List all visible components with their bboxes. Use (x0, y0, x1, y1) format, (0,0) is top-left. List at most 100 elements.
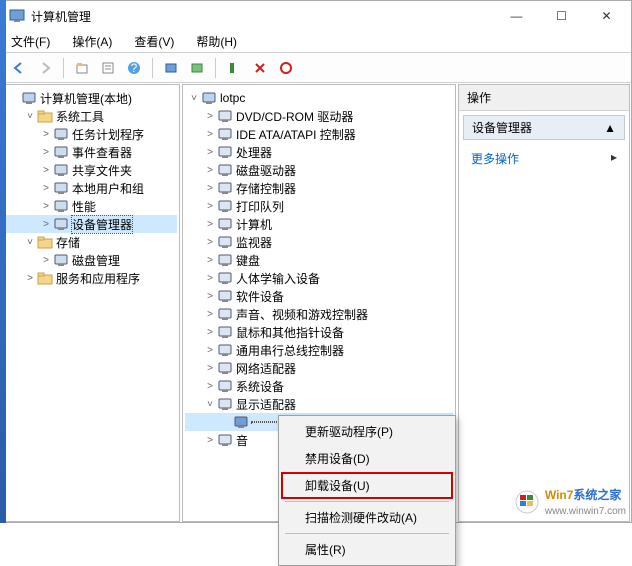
tree-group[interactable]: ˃服务和应用程序 (5, 269, 177, 287)
enable-button[interactable] (222, 56, 246, 80)
disable-button[interactable] (248, 56, 272, 80)
actions-header: 操作 (459, 85, 629, 111)
device-icon (217, 234, 233, 250)
device-category[interactable]: ˃计算机 (185, 215, 453, 233)
tree-root[interactable]: 计算机管理(本地) (5, 89, 177, 107)
menu-help[interactable]: 帮助(H) (192, 31, 241, 52)
maximize-button[interactable]: ☐ (539, 2, 584, 30)
device-icon (217, 270, 233, 286)
expand-icon[interactable]: ˃ (203, 327, 217, 338)
device-category[interactable]: ˃鼠标和其他指针设备 (185, 323, 453, 341)
context-menu-item[interactable]: 属性(R) (281, 536, 453, 563)
device-category[interactable]: ˃系统设备 (185, 377, 453, 395)
device-category[interactable]: ˃键盘 (185, 251, 453, 269)
device-category[interactable]: ˅显示适配器 (185, 395, 453, 413)
device-category[interactable]: ˃IDE ATA/ATAPI 控制器 (185, 125, 453, 143)
item-icon (53, 144, 69, 160)
expand-icon[interactable]: ˃ (39, 183, 53, 194)
expand-icon[interactable]: ˃ (39, 219, 53, 230)
tree-item[interactable]: ˃性能 (5, 197, 177, 215)
expand-icon[interactable]: ˃ (39, 255, 53, 266)
folder-icon (37, 108, 53, 124)
actions-accordion[interactable]: 设备管理器 ▲ (463, 115, 625, 140)
menu-file[interactable]: 文件(F) (7, 31, 54, 52)
more-actions-link[interactable]: 更多操作 ▸ (459, 144, 629, 173)
device-tree[interactable]: ˅lotpc˃DVD/CD-ROM 驱动器˃IDE ATA/ATAPI 控制器˃… (183, 85, 455, 453)
device-category[interactable]: ˃处理器 (185, 143, 453, 161)
expand-icon[interactable]: ˃ (203, 183, 217, 194)
device-root[interactable]: ˅lotpc (185, 89, 453, 107)
context-menu-item[interactable]: 更新驱动程序(P) (281, 418, 453, 445)
tree-item[interactable]: ˃共享文件夹 (5, 161, 177, 179)
device-icon (217, 162, 233, 178)
expand-icon[interactable]: ˃ (203, 165, 217, 176)
expand-icon[interactable]: ˃ (203, 291, 217, 302)
menu-action[interactable]: 操作(A) (68, 31, 116, 52)
item-icon (53, 252, 69, 268)
expand-icon[interactable]: ˅ (203, 399, 217, 410)
expand-icon[interactable]: ˅ (187, 93, 201, 104)
left-tree[interactable]: 计算机管理(本地)˅系统工具˃任务计划程序˃事件查看器˃共享文件夹˃本地用户和组… (3, 85, 179, 291)
device-category[interactable]: ˃磁盘驱动器 (185, 161, 453, 179)
device-icon (217, 360, 233, 376)
expand-icon[interactable]: ˃ (203, 435, 217, 446)
tree-item[interactable]: ˃任务计划程序 (5, 125, 177, 143)
help-button[interactable]: ? (122, 56, 146, 80)
device-category[interactable]: ˃DVD/CD-ROM 驱动器 (185, 107, 453, 125)
device-category[interactable]: ˃软件设备 (185, 287, 453, 305)
tree-item[interactable]: ˃磁盘管理 (5, 251, 177, 269)
context-menu-item[interactable]: 卸载设备(U) (281, 472, 453, 499)
item-icon (53, 180, 69, 196)
tree-group[interactable]: ˅存储 (5, 233, 177, 251)
refresh-button[interactable] (185, 56, 209, 80)
uninstall-button[interactable] (274, 56, 298, 80)
app-icon (9, 8, 25, 24)
titlebar[interactable]: 计算机管理 — ☐ ✕ (1, 1, 631, 31)
context-menu-item[interactable]: 禁用设备(D) (281, 445, 453, 472)
device-category[interactable]: ˃声音、视频和游戏控制器 (185, 305, 453, 323)
device-category[interactable]: ˃网络适配器 (185, 359, 453, 377)
close-button[interactable]: ✕ (584, 2, 629, 30)
expand-icon[interactable]: ˃ (39, 201, 53, 212)
up-button[interactable] (70, 56, 94, 80)
expand-icon[interactable]: ˃ (203, 273, 217, 284)
back-button[interactable] (7, 56, 31, 80)
tree-item[interactable]: ˃本地用户和组 (5, 179, 177, 197)
expand-icon[interactable]: ˃ (23, 273, 37, 284)
expand-icon[interactable]: ˃ (203, 381, 217, 392)
device-category[interactable]: ˃打印队列 (185, 197, 453, 215)
expand-icon[interactable]: ˃ (203, 201, 217, 212)
minimize-button[interactable]: — (494, 2, 539, 30)
expand-icon[interactable]: ˃ (203, 111, 217, 122)
expand-icon[interactable]: ˃ (203, 129, 217, 140)
properties-button[interactable] (96, 56, 120, 80)
expand-icon[interactable]: ˃ (39, 165, 53, 176)
expand-icon[interactable]: ˃ (203, 255, 217, 266)
tree-item[interactable]: ˃事件查看器 (5, 143, 177, 161)
expand-icon[interactable]: ˃ (203, 147, 217, 158)
computer-icon (201, 90, 217, 106)
expand-icon[interactable]: ˅ (23, 237, 37, 248)
expand-icon[interactable]: ˃ (203, 363, 217, 374)
expand-icon[interactable]: ˃ (39, 147, 53, 158)
expand-icon[interactable]: ˃ (203, 237, 217, 248)
device-category[interactable]: ˃存储控制器 (185, 179, 453, 197)
context-menu-item[interactable]: 扫描检测硬件改动(A) (281, 504, 453, 531)
tree-item[interactable]: ˃设备管理器 (5, 215, 177, 233)
expand-icon[interactable]: ˅ (23, 111, 37, 122)
expand-icon[interactable]: ˃ (203, 219, 217, 230)
expand-icon[interactable]: ˃ (203, 309, 217, 320)
device-category[interactable]: ˃人体学输入设备 (185, 269, 453, 287)
menubar: 文件(F) 操作(A) 查看(V) 帮助(H) (1, 31, 631, 53)
expand-icon[interactable]: ˃ (39, 129, 53, 140)
forward-button[interactable] (33, 56, 57, 80)
expand-icon[interactable]: ˃ (203, 345, 217, 356)
device-icon (217, 378, 233, 394)
chevron-right-icon: ▸ (611, 150, 617, 164)
tree-group[interactable]: ˅系统工具 (5, 107, 177, 125)
menu-view[interactable]: 查看(V) (130, 31, 178, 52)
watermark: Win7系统之家 www.winwin7.com (513, 486, 626, 517)
device-category[interactable]: ˃通用串行总线控制器 (185, 341, 453, 359)
device-category[interactable]: ˃监视器 (185, 233, 453, 251)
scan-button[interactable] (159, 56, 183, 80)
